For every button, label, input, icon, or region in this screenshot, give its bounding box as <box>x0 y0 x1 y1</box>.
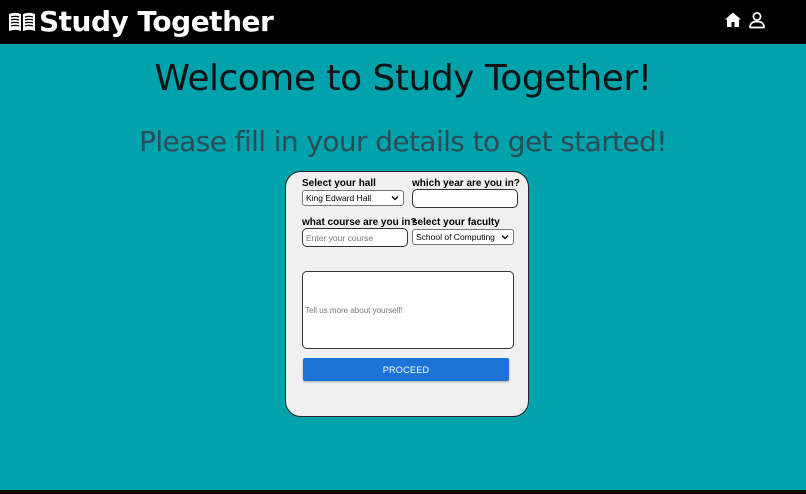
hall-label: Select your hall <box>302 178 376 189</box>
chevron-down-icon <box>391 194 399 202</box>
faculty-select-value: School of Computing <box>416 232 495 242</box>
chevron-down-icon <box>501 233 509 241</box>
page-title: Welcome to Study Together! <box>154 58 652 99</box>
faculty-label: select your faculty <box>412 217 500 228</box>
proceed-button[interactable]: PROCEED <box>303 358 509 381</box>
course-input-placeholder: Enter your course <box>306 232 374 243</box>
hall-select-value: King Edward Hall <box>306 193 372 203</box>
home-icon[interactable] <box>724 11 742 29</box>
top-navbar: Study Together <box>0 0 806 44</box>
open-book-icon <box>8 11 36 33</box>
about-textarea[interactable]: Tell us more about yourself! <box>302 271 514 349</box>
page-subtitle: Please fill in your details to get start… <box>139 125 667 158</box>
nav-icons <box>724 10 766 30</box>
year-input[interactable] <box>412 189 518 208</box>
about-placeholder: Tell us more about yourself! <box>305 305 403 315</box>
hall-select[interactable]: King Edward Hall <box>302 190 404 206</box>
faculty-select[interactable]: School of Computing <box>412 229 514 245</box>
details-form-card: Select your hall King Edward Hall which … <box>285 171 529 417</box>
bottom-strip <box>0 490 806 494</box>
brand-title: Study Together <box>39 5 274 38</box>
course-input[interactable]: Enter your course <box>302 228 408 247</box>
brand[interactable]: Study Together <box>8 4 274 40</box>
user-icon[interactable] <box>748 11 766 29</box>
